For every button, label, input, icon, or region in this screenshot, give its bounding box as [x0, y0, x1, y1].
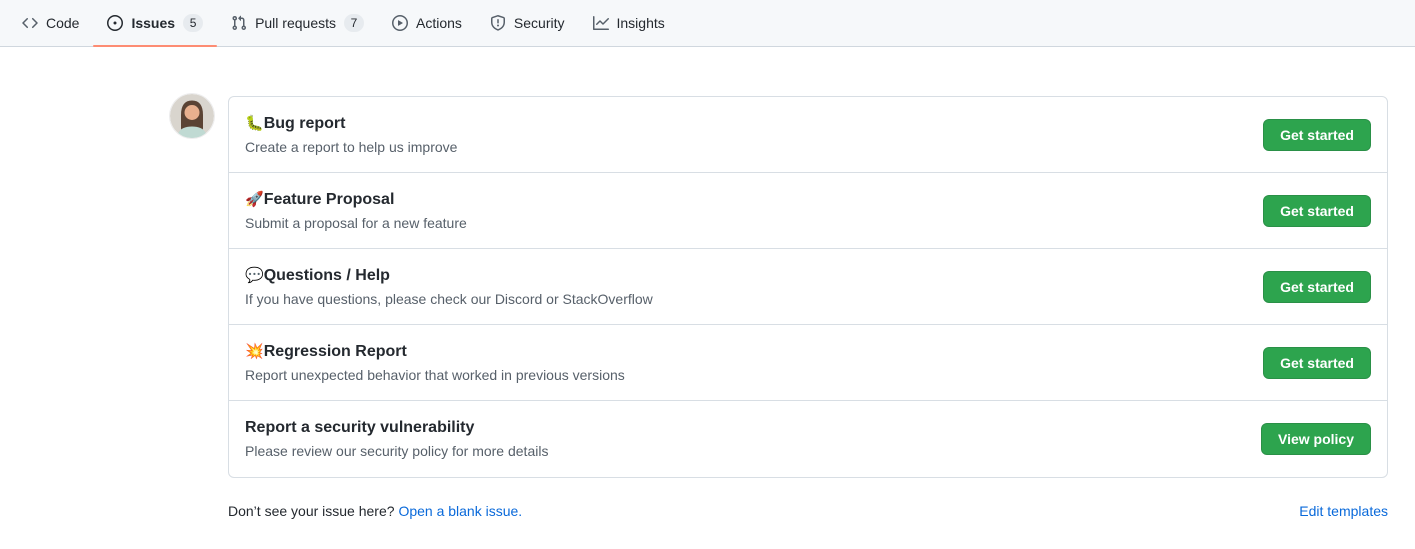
template-title: Report a security vulnerability — [245, 416, 548, 440]
pull-request-icon — [231, 15, 247, 31]
template-row-questions-help: 💬Questions / Help If you have questions,… — [229, 249, 1387, 325]
shield-icon — [490, 15, 506, 31]
template-text: Report a security vulnerability Please r… — [245, 416, 548, 462]
tab-security[interactable]: Security — [476, 0, 579, 46]
template-description: Create a report to help us improve — [245, 137, 457, 158]
template-description: Report unexpected behavior that worked i… — [245, 365, 625, 386]
blank-issue-prompt-text: Don’t see your issue here? — [228, 503, 395, 519]
repo-nav: Code Issues 5 Pull requests 7 Actions Se… — [0, 0, 1415, 47]
tab-label: Pull requests — [255, 8, 336, 38]
get-started-button[interactable]: Get started — [1263, 119, 1371, 151]
tab-label: Code — [46, 8, 79, 38]
template-text: 🚀Feature Proposal Submit a proposal for … — [245, 188, 467, 234]
avatar — [170, 94, 214, 138]
issue-opened-icon — [107, 15, 123, 31]
template-row-regression-report: 💥Regression Report Report unexpected beh… — [229, 325, 1387, 401]
template-row-security-vulnerability: Report a security vulnerability Please r… — [229, 401, 1387, 477]
tab-label: Security — [514, 8, 565, 38]
tab-pull-requests[interactable]: Pull requests 7 — [217, 0, 378, 46]
template-title: 🚀Feature Proposal — [245, 188, 467, 212]
template-text: 🐛Bug report Create a report to help us i… — [245, 112, 457, 158]
code-icon — [22, 15, 38, 31]
speech-balloon-emoji-icon: 💬 — [245, 267, 264, 284]
bug-emoji-icon: 🐛 — [245, 115, 264, 132]
template-description: Please review our security policy for mo… — [245, 441, 548, 462]
tab-actions[interactable]: Actions — [378, 0, 476, 46]
play-icon — [392, 15, 408, 31]
template-title: 💥Regression Report — [245, 340, 625, 364]
open-blank-issue-link[interactable]: Open a blank issue. — [398, 503, 522, 519]
get-started-button[interactable]: Get started — [1263, 347, 1371, 379]
pull-requests-count-badge: 7 — [344, 14, 364, 32]
tab-code[interactable]: Code — [8, 0, 93, 46]
template-text: 💥Regression Report Report unexpected beh… — [245, 340, 625, 386]
template-row-feature-proposal: 🚀Feature Proposal Submit a proposal for … — [229, 173, 1387, 249]
template-text: 💬Questions / Help If you have questions,… — [245, 264, 653, 310]
collision-emoji-icon: 💥 — [245, 343, 264, 360]
template-row-bug-report: 🐛Bug report Create a report to help us i… — [229, 97, 1387, 173]
tab-label: Actions — [416, 8, 462, 38]
template-title: 💬Questions / Help — [245, 264, 653, 288]
rocket-emoji-icon: 🚀 — [245, 191, 264, 208]
template-description: Submit a proposal for a new feature — [245, 213, 467, 234]
blank-issue-prompt: Don’t see your issue here? Open a blank … — [228, 501, 522, 522]
tab-label: Issues — [131, 8, 175, 38]
tab-issues[interactable]: Issues 5 — [93, 0, 217, 46]
template-footer: Don’t see your issue here? Open a blank … — [228, 501, 1388, 522]
get-started-button[interactable]: Get started — [1263, 195, 1371, 227]
issues-count-badge: 5 — [183, 14, 203, 32]
view-policy-button[interactable]: View policy — [1261, 423, 1371, 455]
tab-insights[interactable]: Insights — [579, 0, 679, 46]
edit-templates-link[interactable]: Edit templates — [1299, 501, 1388, 522]
tab-label: Insights — [617, 8, 665, 38]
template-title: 🐛Bug report — [245, 112, 457, 136]
graph-icon — [593, 15, 609, 31]
template-description: If you have questions, please check our … — [245, 289, 653, 310]
issue-template-list: 🐛Bug report Create a report to help us i… — [228, 96, 1388, 478]
get-started-button[interactable]: Get started — [1263, 271, 1371, 303]
